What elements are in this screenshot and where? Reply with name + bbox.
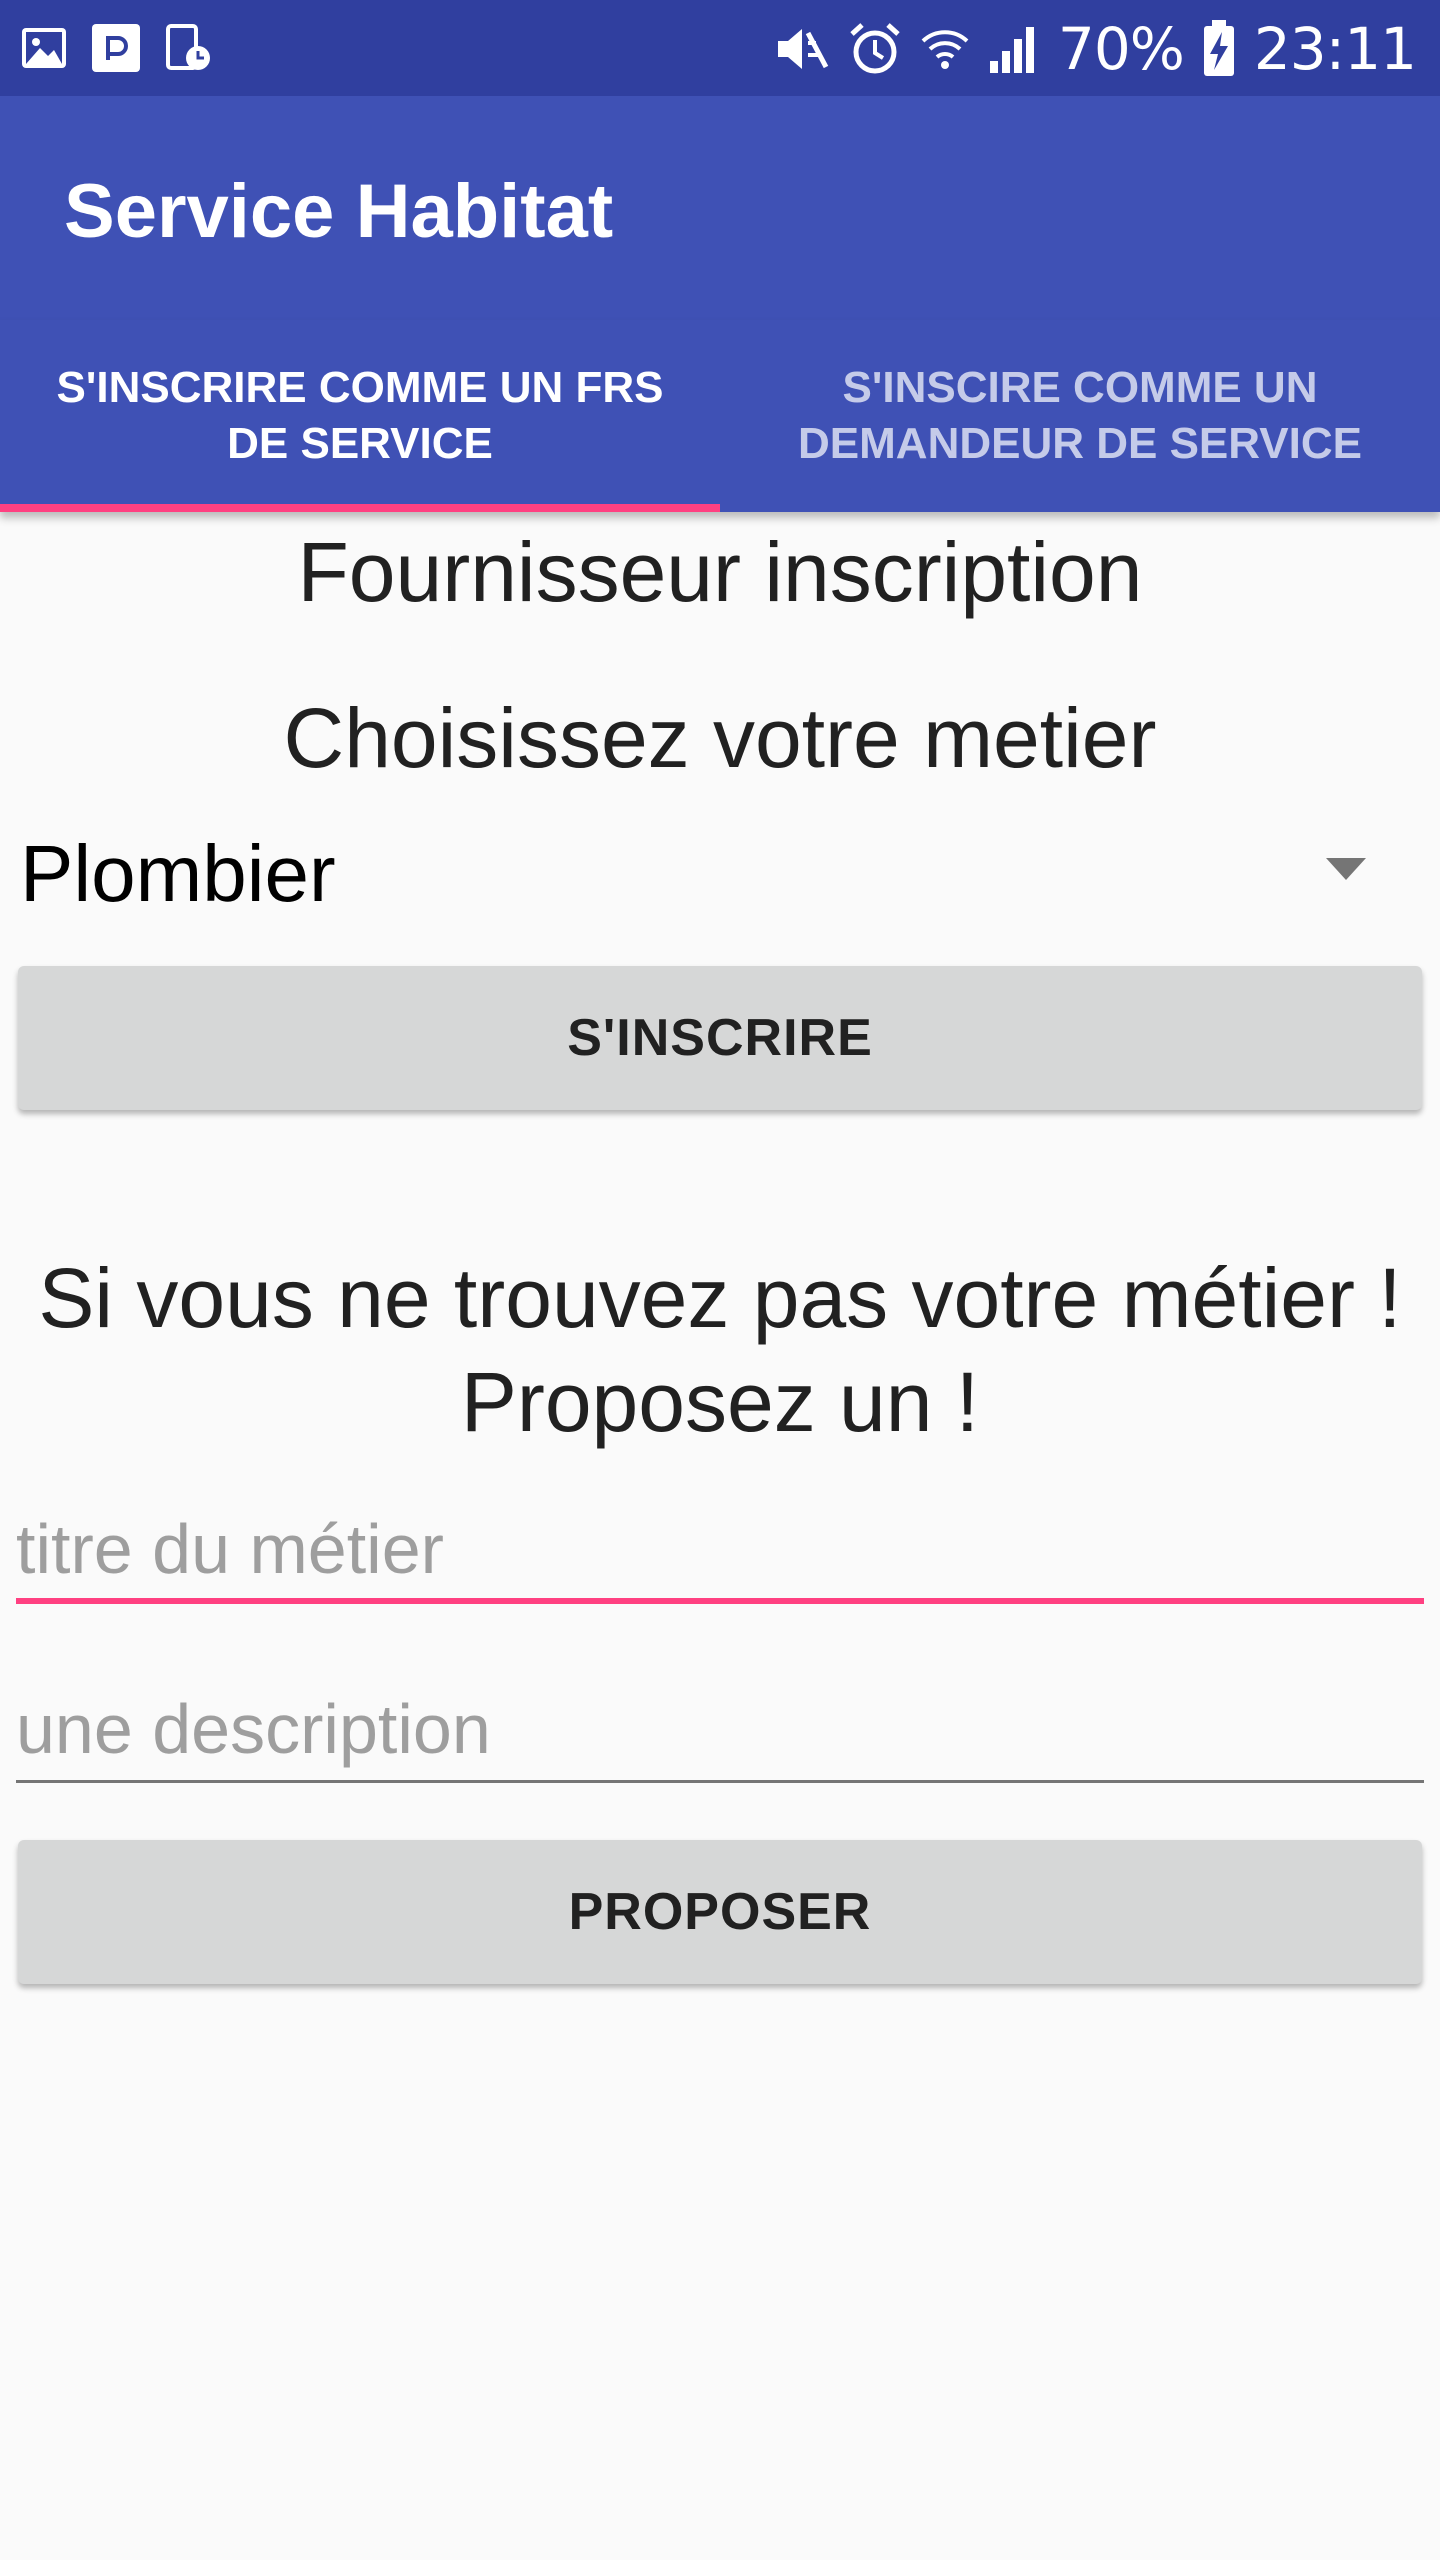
mute-icon	[777, 29, 829, 69]
system-icons: 70% 23:11	[774, 14, 1417, 84]
prompt-line-2: Proposez un !	[460, 1355, 980, 1449]
tab-indicator	[0, 504, 720, 512]
propose-prompt: Si vous ne trouvez pas votre métier ! Pr…	[0, 1246, 1440, 1454]
choose-trade-label: Choisissez votre metier	[283, 691, 1157, 785]
description-input[interactable]	[16, 1674, 1424, 1784]
battery-charging-icon	[1203, 20, 1234, 76]
trade-spinner[interactable]: Plombier	[20, 820, 1420, 930]
tab-label: S'INSCIRE COMME UN DEMANDEUR DE SERVICE	[798, 363, 1362, 468]
trade-title-input[interactable]	[16, 1494, 1424, 1604]
trade-title-field	[16, 1494, 1424, 1624]
status-bar: 70% 23:11	[0, 0, 1440, 96]
tab-bar: S'INSCRIRE COMME UN FRS DE SERVICE S'INS…	[0, 320, 1440, 512]
clock: 23:11	[1253, 15, 1417, 83]
app-title: Service Habitat	[64, 169, 614, 254]
dropdown-arrow-icon	[1326, 858, 1366, 880]
image-icon	[22, 28, 66, 68]
prompt-line-1: Si vous ne trouvez pas votre métier !	[38, 1251, 1402, 1345]
input-underline	[16, 1780, 1424, 1783]
page-title: Fournisseur inscription	[297, 525, 1143, 619]
register-button[interactable]: S'INSCRIRE	[18, 966, 1422, 1110]
screen-timer-icon	[166, 24, 210, 70]
app-bar: Service Habitat	[0, 96, 1440, 320]
alarm-icon	[850, 23, 900, 74]
notification-icons	[20, 20, 212, 76]
input-underline-focused	[16, 1598, 1424, 1604]
description-field	[16, 1674, 1424, 1804]
tab-requester-registration[interactable]: S'INSCIRE COMME UN DEMANDEUR DE SERVICE	[720, 320, 1440, 512]
tab-provider-registration[interactable]: S'INSCRIRE COMME UN FRS DE SERVICE	[0, 320, 720, 512]
signal-icon	[989, 27, 1034, 73]
parking-app-icon	[92, 24, 140, 72]
wifi-icon	[921, 30, 969, 69]
propose-button[interactable]: PROPOSER	[18, 1840, 1422, 1984]
battery-percent: 70%	[1057, 15, 1185, 83]
tab-label: S'INSCRIRE COMME UN FRS DE SERVICE	[56, 363, 664, 468]
spinner-selected-value: Plombier	[20, 829, 336, 918]
